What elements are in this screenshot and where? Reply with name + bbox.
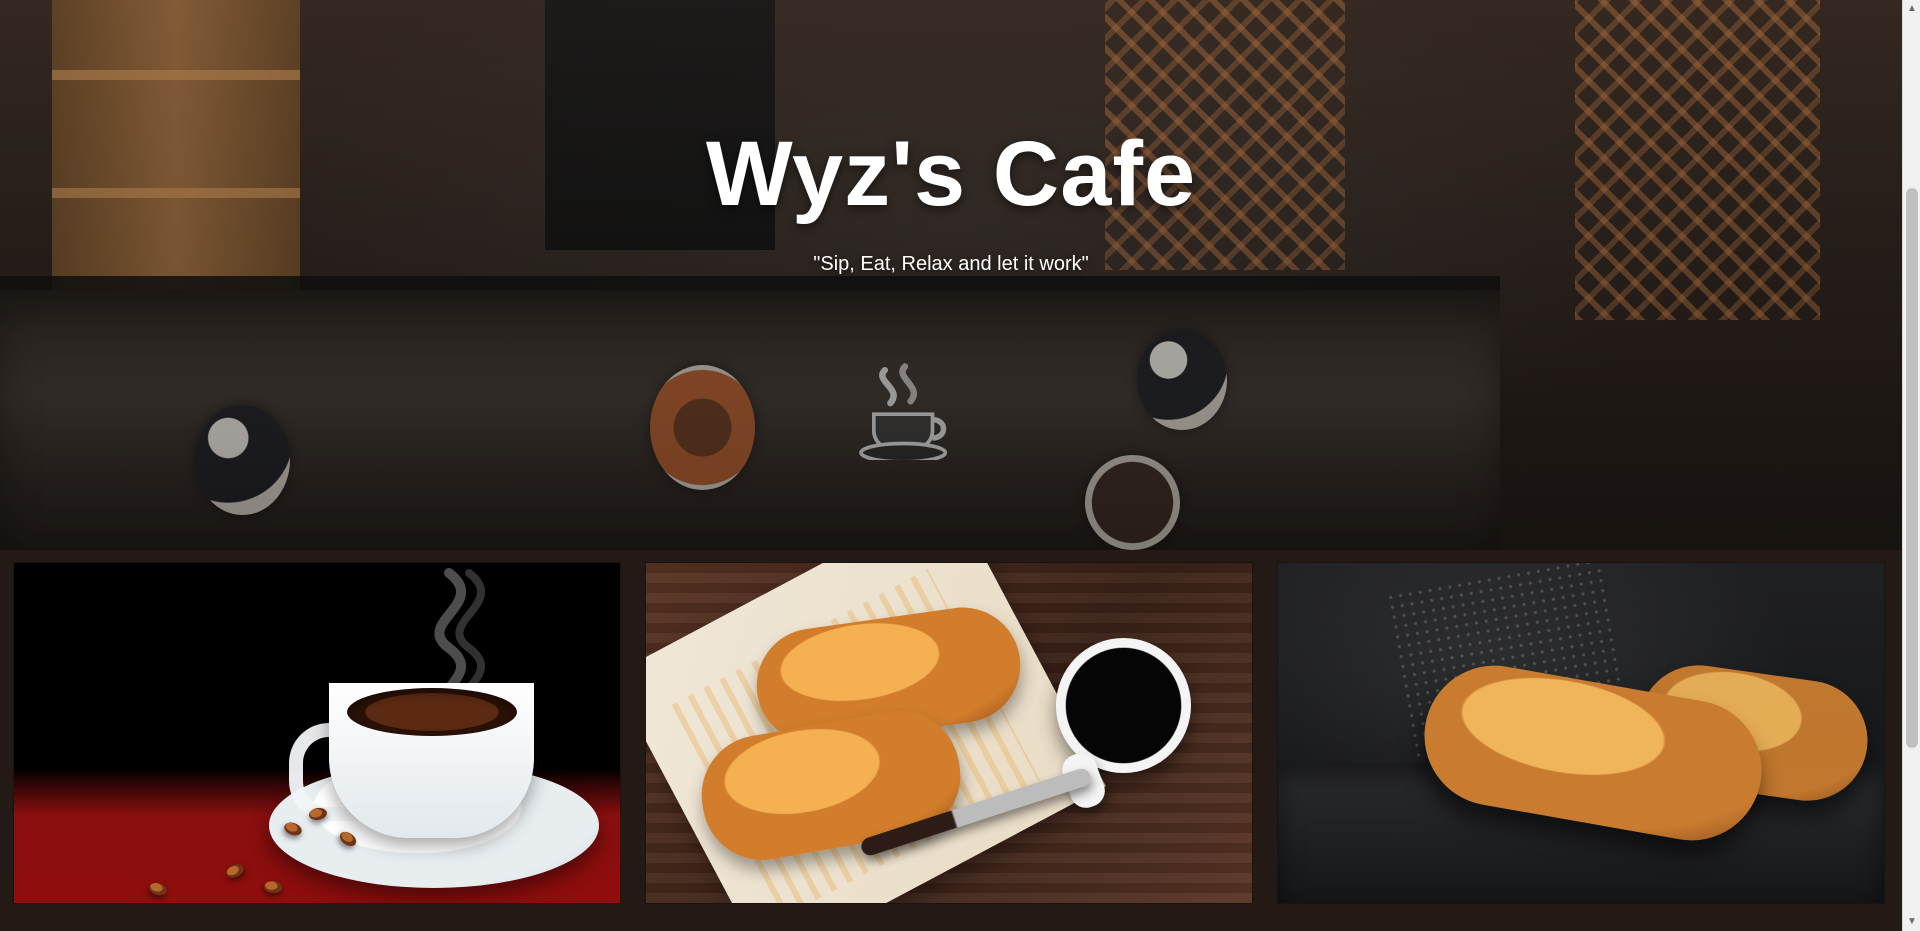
cafe-title: Wyz's Cafe xyxy=(705,123,1197,225)
scroll-thumb[interactable] xyxy=(1906,188,1918,748)
cafe-tagline: "Sip, Eat, Relax and let it work" xyxy=(813,253,1089,275)
page: Wyz's Cafe "Sip, Eat, Relax and let it w… xyxy=(0,0,1902,931)
coffee-surface xyxy=(347,688,517,736)
scroll-up-icon[interactable]: ▲ xyxy=(1903,0,1920,18)
hero-overlay xyxy=(0,0,1902,550)
scroll-down-icon[interactable]: ▼ xyxy=(1903,913,1920,931)
vertical-scrollbar[interactable]: ▲ ▼ xyxy=(1902,0,1920,931)
photo-gallery xyxy=(0,550,1902,931)
gallery-tile-coffee[interactable] xyxy=(14,563,620,903)
gallery-tile-croissants-slate[interactable] xyxy=(1278,563,1884,903)
gallery-tile-croissants-coffee[interactable] xyxy=(646,563,1252,903)
hero: Wyz's Cafe "Sip, Eat, Relax and let it w… xyxy=(0,0,1902,550)
